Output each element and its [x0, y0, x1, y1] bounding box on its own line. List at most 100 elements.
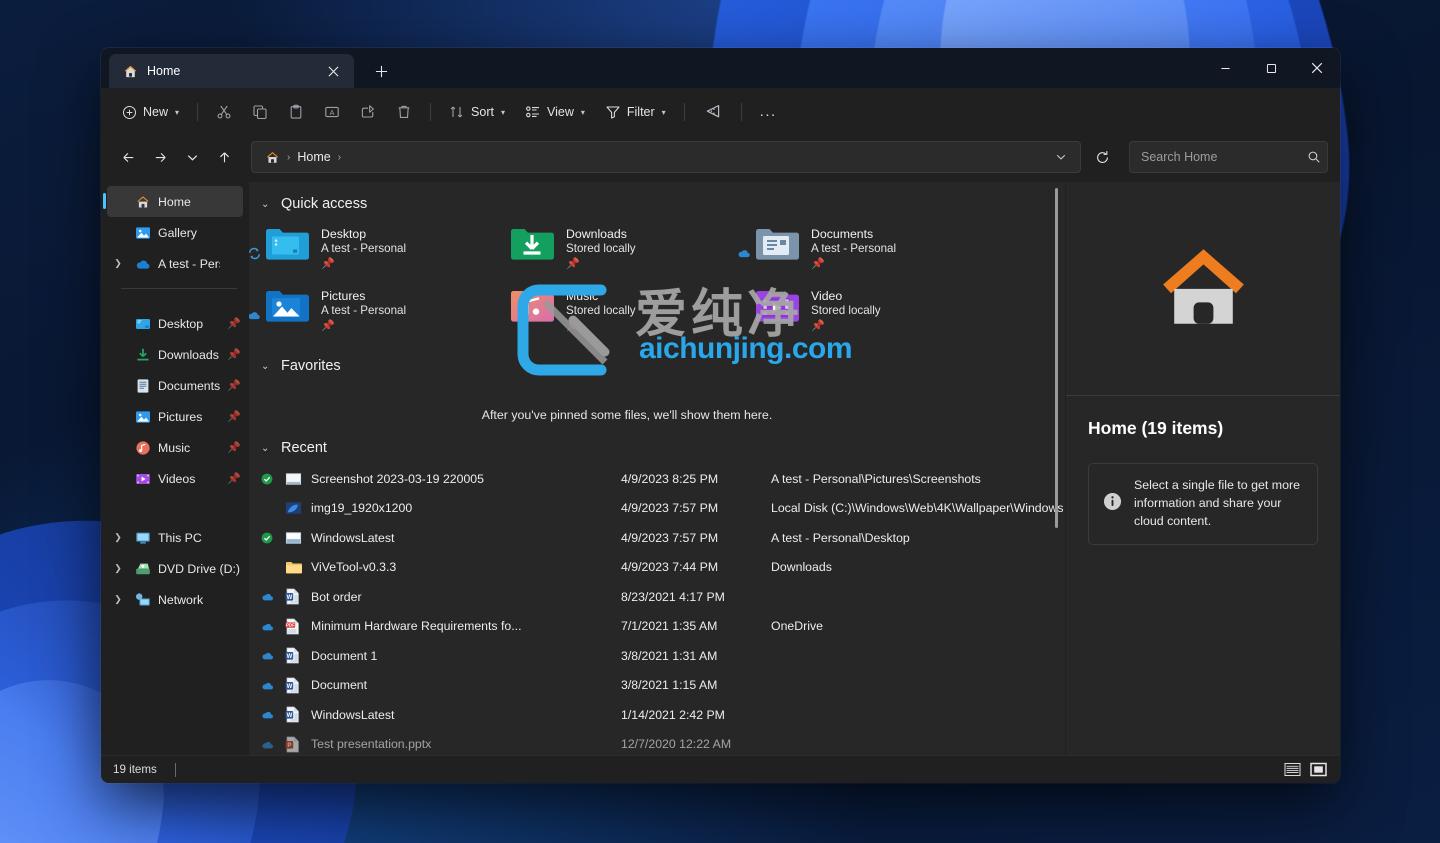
breadcrumb-home[interactable]: › Home ›	[262, 150, 344, 165]
chevron-right-icon[interactable]: ❯	[109, 594, 127, 605]
vertical-scrollbar[interactable]	[1051, 188, 1062, 749]
quick-access-tile-documents[interactable]: Documents A test - Personal 📌	[738, 218, 980, 280]
pin-icon: 📌	[566, 258, 580, 270]
delete-button[interactable]	[387, 96, 421, 128]
quick-access-tile-music[interactable]: Music Stored locally 📌	[502, 280, 735, 342]
list-item[interactable]: PDF Minimum Hardware Requirements fo... …	[249, 612, 1065, 642]
sort-button[interactable]: Sort ▾	[440, 96, 514, 128]
list-item[interactable]: P Test presentation.pptx 12/7/2020 12:22…	[249, 730, 1065, 756]
view-button[interactable]: View ▾	[516, 96, 594, 128]
forward-button[interactable]	[145, 142, 175, 172]
home-icon	[123, 64, 138, 79]
list-item[interactable]: W WindowsLatest 1/14/2021 2:42 PM	[249, 700, 1065, 730]
downloads-icon	[134, 346, 151, 363]
new-button[interactable]: New ▾	[113, 96, 188, 128]
list-item[interactable]: W Document 3/8/2021 1:15 AM	[249, 671, 1065, 701]
sidebar-item-desktop[interactable]: Desktop 📌	[107, 308, 243, 339]
list-item[interactable]: ViVeTool-v0.3.3 4/9/2023 7:44 PM Downloa…	[249, 553, 1065, 583]
sidebar-item-gallery[interactable]: Gallery	[107, 217, 243, 248]
sidebar-item-downloads[interactable]: Downloads 📌	[107, 339, 243, 370]
search-icon[interactable]	[1307, 150, 1321, 164]
details-view-icon[interactable]	[1282, 761, 1302, 779]
scrollbar-thumb[interactable]	[1055, 188, 1058, 528]
address-bar[interactable]: › Home ›	[251, 141, 1081, 173]
recent-header[interactable]: ⌄ Recent	[255, 434, 1065, 464]
list-item[interactable]: W Document 1 3/8/2021 1:31 AM	[249, 641, 1065, 671]
chevron-down-icon[interactable]: ⌄	[261, 443, 273, 454]
chevron-right-icon[interactable]: ❯	[109, 258, 127, 269]
more-options-button[interactable]: ...	[751, 96, 786, 128]
sidebar-item-pictures[interactable]: Pictures 📌	[107, 401, 243, 432]
file-date: 4/9/2023 7:57 PM	[621, 530, 719, 545]
list-item[interactable]: img19_1920x1200 4/9/2023 7:57 PM Local D…	[249, 494, 1065, 524]
tile-subtitle: Stored locally	[811, 304, 881, 317]
address-dropdown-button[interactable]	[1046, 143, 1076, 171]
file-name: img19_1920x1200	[311, 501, 413, 516]
dvd-drive-icon	[134, 560, 151, 577]
favorites-header[interactable]: ⌄ Favorites	[255, 352, 1065, 382]
refresh-button[interactable]	[1087, 142, 1117, 172]
recent-locations-button[interactable]	[177, 142, 207, 172]
minimize-button[interactable]	[1202, 48, 1248, 88]
gallery-icon	[134, 224, 151, 241]
share-button[interactable]	[351, 96, 385, 128]
quick-access-tile-downloads[interactable]: Downloads Stored locally 📌	[502, 218, 735, 280]
search-input[interactable]	[1141, 150, 1307, 164]
new-tab-button[interactable]	[368, 58, 394, 84]
quick-access-tile-video[interactable]: Video Stored locally 📌	[747, 280, 980, 342]
search-box[interactable]	[1129, 141, 1328, 173]
sidebar-item-music[interactable]: Music 📌	[107, 432, 243, 463]
sidebar-item-home[interactable]: Home	[103, 186, 243, 217]
maximize-button[interactable]	[1248, 48, 1294, 88]
close-button[interactable]	[1294, 48, 1340, 88]
tab-close-icon[interactable]	[320, 58, 346, 84]
details-info-card: Select a single file to get more informa…	[1088, 463, 1318, 545]
scissors-icon	[216, 104, 232, 120]
file-name: Minimum Hardware Requirements fo...	[311, 619, 522, 634]
list-item[interactable]: WindowsLatest 4/9/2023 7:57 PM A test - …	[249, 523, 1065, 553]
copy-button[interactable]	[243, 96, 277, 128]
pin-icon: 📌	[811, 258, 825, 270]
filter-button-label: Filter	[626, 105, 655, 119]
address-bar-actions	[1046, 143, 1076, 171]
paste-button[interactable]	[279, 96, 313, 128]
view-button-label: View	[546, 105, 574, 119]
tile-text: Desktop A test - Personal 📌	[321, 224, 406, 270]
sidebar-item-a-test-personal[interactable]: ❯ A test - Personal	[107, 248, 243, 279]
chevron-right-icon[interactable]: ❯	[109, 532, 127, 543]
preview-pane-button[interactable]	[694, 96, 730, 128]
large-icons-view-icon[interactable]	[1308, 761, 1328, 779]
tile-subtitle: Stored locally	[566, 304, 636, 317]
chevron-right-icon[interactable]: ❯	[109, 563, 127, 574]
back-button[interactable]	[113, 142, 143, 172]
quick-access-tile-pictures[interactable]: Pictures A test - Personal 📌	[249, 280, 490, 342]
chevron-down-icon[interactable]: ⌄	[261, 361, 273, 372]
sidebar-item-network[interactable]: ❯ Network	[107, 584, 243, 615]
file-name: Screenshot 2023-03-19 220005	[311, 471, 484, 486]
pictures-icon	[134, 408, 151, 425]
rename-button[interactable]: A	[315, 96, 349, 128]
filter-button[interactable]: Filter ▾	[596, 96, 675, 128]
chevron-down-icon[interactable]: ⌄	[261, 199, 273, 210]
sidebar-item-this-pc[interactable]: ❯ This PC	[107, 522, 243, 553]
favorites-heading: Favorites	[281, 358, 341, 374]
quick-access-header[interactable]: ⌄ Quick access	[255, 190, 1065, 220]
breadcrumb-separator: ›	[337, 151, 342, 163]
sidebar-item-documents[interactable]: Documents 📌	[107, 370, 243, 401]
up-button[interactable]	[209, 142, 239, 172]
list-item[interactable]: W Bot order 8/23/2021 4:17 PM	[249, 582, 1065, 612]
tab-home[interactable]: Home	[109, 54, 354, 88]
quick-access-tile-desktop[interactable]: Desktop A test - Personal 📌	[249, 218, 490, 280]
toolbar-divider	[683, 103, 685, 121]
file-name: Document	[311, 678, 368, 693]
tile-name: Video	[811, 289, 843, 303]
sidebar-item-dvd-drive[interactable]: ❯ DVD Drive (D:) CCC	[107, 553, 243, 584]
tile-subtitle: Stored locally	[566, 242, 636, 255]
cut-button[interactable]	[207, 96, 241, 128]
list-item[interactable]: Screenshot 2023-03-19 220005 4/9/2023 8:…	[249, 464, 1065, 494]
pin-icon: 📌	[227, 318, 241, 330]
tile-text: Pictures A test - Personal 📌	[321, 286, 406, 332]
pin-icon: 📌	[227, 411, 241, 423]
sidebar-item-videos[interactable]: Videos 📌	[107, 463, 243, 494]
